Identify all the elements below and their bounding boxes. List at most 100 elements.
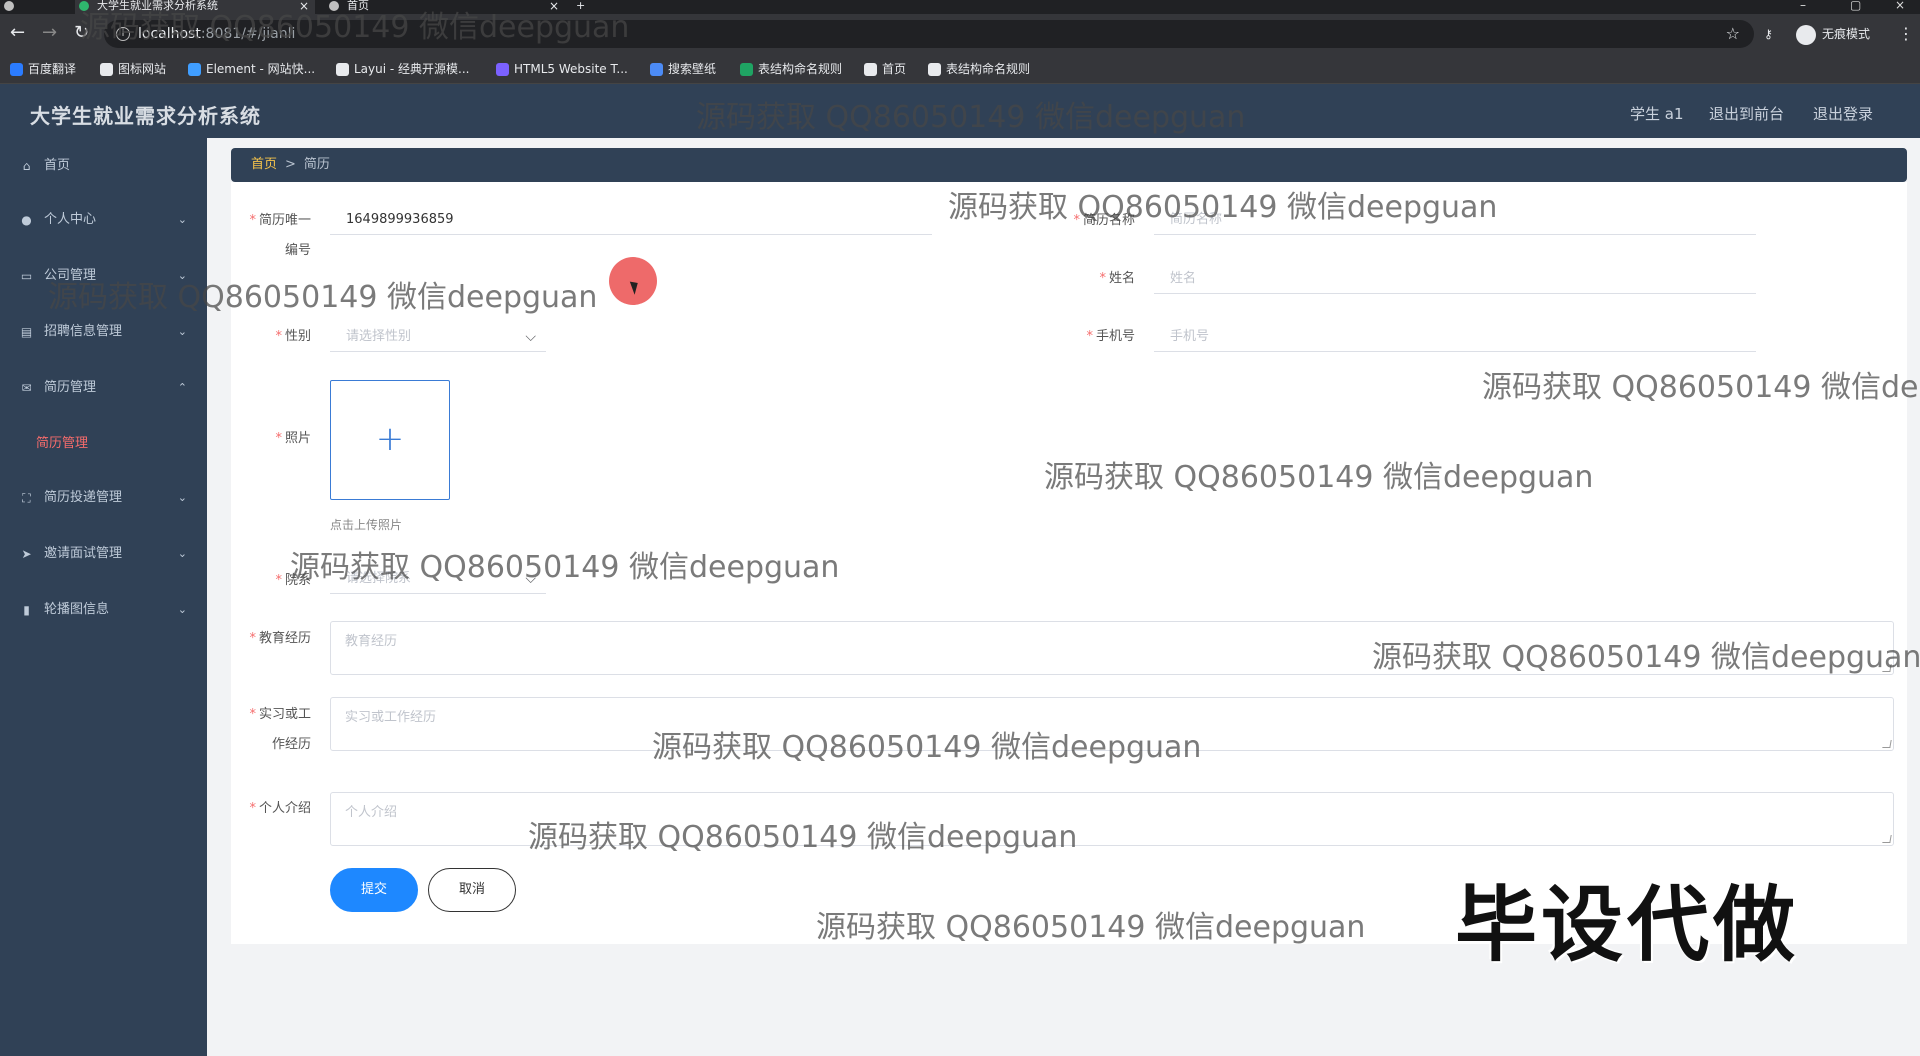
photo-upload-hint: 点击上传照片 bbox=[330, 518, 403, 532]
breadcrumb-home[interactable]: 首页 bbox=[251, 157, 277, 172]
sidebar-item-0[interactable]: ⌂ 首页 bbox=[0, 146, 207, 186]
resume-name-label: * 简历名称 bbox=[1055, 212, 1135, 230]
sidebar-item-label: 个人中心 bbox=[44, 212, 97, 227]
incognito-icon bbox=[1796, 24, 1816, 45]
bookmark-favicon-icon bbox=[496, 63, 509, 76]
info-icon[interactable]: i bbox=[116, 27, 130, 41]
bookmark-item[interactable]: Element - 网站快... bbox=[188, 60, 315, 78]
resume-name-input[interactable]: 简历名称 bbox=[1154, 205, 1756, 235]
tab-label: 首页 bbox=[347, 0, 369, 12]
phone-label-text: 手机号 bbox=[1095, 329, 1135, 344]
close-icon[interactable]: × bbox=[549, 0, 559, 12]
new-tab-button[interactable]: + bbox=[572, 0, 602, 14]
bookmark-item[interactable]: 表结构命名规则 bbox=[740, 60, 842, 78]
forward-icon[interactable]: → bbox=[42, 24, 57, 42]
sidebar-item-label: 首页 bbox=[44, 158, 71, 173]
sidebar-menu: ⌂ 首页 ● 个人中心 ⌄ ▭ 公司管理 ⌄ ▤ 招聘信息管理 ⌄ ✉ 简历管理 ⌃ 简历管理 ⛶ 简历投递管理… bbox=[0, 138, 207, 1056]
bookmark-item[interactable]: HTML5 Website T... bbox=[496, 60, 628, 78]
browser-tab-home[interactable]: 首页 × bbox=[325, 0, 565, 14]
required-mark: * bbox=[275, 329, 282, 344]
logout-link[interactable]: 退出登录 bbox=[1813, 103, 1873, 124]
current-user-label: 学生 a1 bbox=[1630, 105, 1684, 123]
reload-icon[interactable]: ↻ bbox=[74, 24, 89, 42]
resize-handle-icon[interactable] bbox=[1882, 740, 1892, 748]
name-input[interactable]: 姓名 bbox=[1154, 264, 1756, 294]
minimize-icon[interactable]: – bbox=[1800, 0, 1806, 12]
chevron-down-icon: ⌵ bbox=[525, 571, 536, 587]
bookmark-favicon-icon bbox=[336, 63, 349, 76]
close-icon[interactable]: × bbox=[299, 0, 309, 12]
breadcrumb: 首页 > 简历 bbox=[231, 148, 1907, 182]
resume-id-label-line2: 编号 bbox=[284, 243, 311, 258]
internship-label: * 实习或工 bbox=[231, 706, 311, 724]
back-to-front-link[interactable]: 退出到前台 bbox=[1709, 103, 1784, 124]
sidebar-item-8[interactable]: ▮ 轮播图信息 ⌄ bbox=[0, 590, 207, 630]
bookmark-item[interactable]: Layui - 经典开源模... bbox=[336, 60, 469, 78]
internship-textarea[interactable]: 实习或工作经历 bbox=[330, 697, 1894, 751]
chevron-down-icon: ⌄ bbox=[177, 213, 187, 226]
plus-icon: + bbox=[576, 0, 586, 12]
url-input[interactable]: i localhost:8081/#/jianli ☆ bbox=[104, 20, 1754, 48]
bookmark-item[interactable]: 表结构命名规则 bbox=[928, 60, 1030, 78]
required-mark: * bbox=[249, 631, 256, 646]
frame-icon: ⛶ bbox=[22, 491, 31, 505]
breadcrumb-separator: > bbox=[285, 157, 296, 172]
bookmark-favicon-icon bbox=[188, 63, 201, 76]
chevron-down-icon: ⌄ bbox=[177, 603, 187, 616]
sidebar-item-label: 邀请面试管理 bbox=[44, 546, 123, 561]
back-icon[interactable]: ← bbox=[10, 24, 25, 42]
bookmark-label: 百度翻译 bbox=[28, 62, 77, 76]
resume-id-input[interactable]: 1649899936859 bbox=[330, 205, 932, 235]
vue-icon bbox=[79, 1, 89, 11]
internship-label-line1: 实习或工 bbox=[258, 707, 311, 722]
sidebar-item-6[interactable]: ⛶ 简历投递管理 ⌄ bbox=[0, 478, 207, 518]
window-close-icon[interactable]: × bbox=[1895, 0, 1905, 12]
maximize-icon[interactable]: ▢ bbox=[1850, 0, 1861, 12]
bookmark-item[interactable]: 搜索壁纸 bbox=[650, 60, 716, 78]
sidebar-item-2[interactable]: ▭ 公司管理 ⌄ bbox=[0, 256, 207, 296]
browser-tab-bar: 大学生就业需求分析系统 × 首页 × + – ▢ × bbox=[0, 0, 1920, 14]
phone-input[interactable]: 手机号 bbox=[1154, 322, 1756, 352]
internship-placeholder: 实习或工作经历 bbox=[345, 710, 437, 725]
bookmark-star-icon[interactable]: ☆ bbox=[1726, 20, 1740, 48]
incognito-badge[interactable]: 无痕模式 bbox=[1796, 23, 1870, 45]
bookmark-label: Layui - 经典开源模... bbox=[354, 62, 470, 76]
education-placeholder: 教育经历 bbox=[345, 634, 398, 649]
sidebar-item-label: 招聘信息管理 bbox=[44, 324, 123, 339]
browser-tab-system[interactable]: 大学生就业需求分析系统 × bbox=[75, 0, 315, 14]
gender-select[interactable]: 请选择性别 ⌵ bbox=[330, 322, 546, 352]
chevron-down-icon: ⌄ bbox=[177, 491, 187, 504]
sidebar-subitem-resume[interactable]: 简历管理 bbox=[0, 424, 207, 464]
chevron-down-icon: ⌄ bbox=[177, 325, 187, 338]
cancel-button[interactable]: 取消 bbox=[428, 868, 516, 912]
breadcrumb-current: 简历 bbox=[303, 157, 330, 172]
sidebar-item-7[interactable]: ➤ 邀请面试管理 ⌄ bbox=[0, 534, 207, 574]
gender-select-placeholder: 请选择性别 bbox=[346, 329, 412, 344]
sidebar-item-label: 简历投递管理 bbox=[44, 490, 123, 505]
sidebar-item-4[interactable]: ✉ 简历管理 ⌃ bbox=[0, 368, 207, 408]
sidebar-item-3[interactable]: ▤ 招聘信息管理 ⌄ bbox=[0, 312, 207, 352]
doc-icon: ▤ bbox=[20, 325, 33, 339]
bookmark-item[interactable]: 首页 bbox=[864, 60, 906, 78]
required-mark: * bbox=[249, 213, 256, 228]
submit-button[interactable]: 提交 bbox=[330, 868, 418, 912]
bookmark-item[interactable]: 百度翻译 bbox=[10, 60, 76, 78]
college-select[interactable]: 请选择院系 ⌵ bbox=[330, 564, 546, 594]
resize-handle-icon[interactable] bbox=[1882, 664, 1892, 672]
bookmark-favicon-icon bbox=[10, 63, 23, 76]
bookmark-item[interactable]: 图标网站 bbox=[100, 60, 166, 78]
education-textarea[interactable]: 教育经历 bbox=[330, 621, 1894, 675]
address-bar: ← → ↻ i localhost:8081/#/jianli ☆ ⚷ 无痕模式… bbox=[0, 14, 1920, 54]
sidebar-item-1[interactable]: ● 个人中心 ⌄ bbox=[0, 200, 207, 240]
photo-upload-button[interactable]: + bbox=[330, 380, 450, 500]
chevron-down-icon: ⌵ bbox=[525, 329, 536, 345]
url-host: localhost bbox=[138, 26, 201, 42]
browser-tab-pinned[interactable] bbox=[0, 0, 70, 14]
more-menu-icon[interactable]: ⋮ bbox=[1898, 23, 1914, 45]
resize-handle-icon[interactable] bbox=[1882, 835, 1892, 843]
url-path: :8081/#/jianli bbox=[200, 26, 296, 42]
intro-placeholder: 个人介绍 bbox=[345, 805, 398, 820]
intro-textarea[interactable]: 个人介绍 bbox=[330, 792, 1894, 846]
send-icon: ➤ bbox=[21, 547, 32, 561]
key-icon[interactable]: ⚷ bbox=[1764, 23, 1773, 45]
